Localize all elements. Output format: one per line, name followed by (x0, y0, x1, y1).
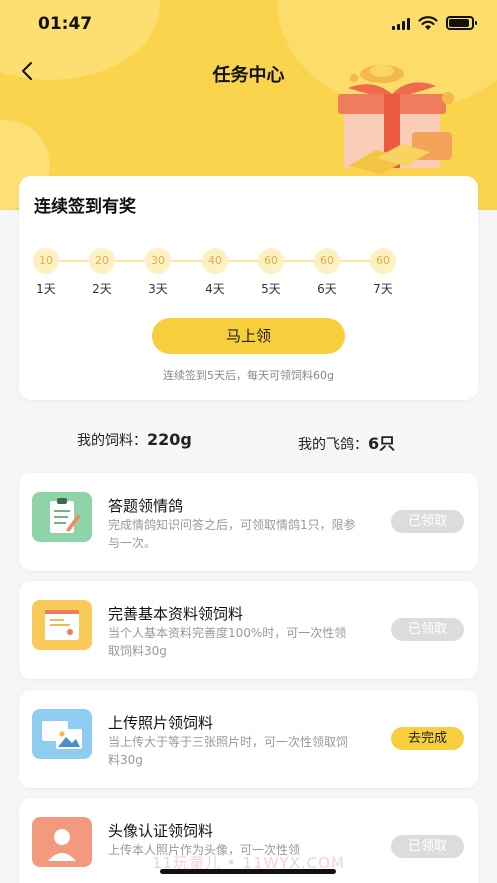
day-item: 30 3天 (138, 248, 178, 297)
signin-note: 连续签到5天后，每天可领饲料60g (163, 369, 334, 382)
status-bar: 01:47 (0, 0, 497, 46)
task-card-quiz: 答题领情鸽 完成情鸽知识问答之后，可领取情鸽1只，限参与一次。 已领取 (19, 473, 478, 571)
day-item: 60 7天 (363, 248, 403, 297)
day-reward: 60 (258, 248, 284, 274)
go-complete-button[interactable]: 去完成 (391, 727, 464, 750)
pigeon-label: 我的飞鸽： (298, 437, 368, 453)
task-title: 头像认证领饲料 (108, 822, 214, 840)
claim-button[interactable]: 马上领 (152, 318, 345, 354)
day-label: 4天 (205, 282, 225, 296)
day-reward: 60 (370, 248, 396, 274)
pigeon-stat: 我的飞鸽：6只 (298, 430, 395, 454)
claimed-button[interactable]: 已领取 (391, 510, 464, 533)
signal-icon (392, 18, 412, 30)
day-item: 40 4天 (195, 248, 235, 297)
signin-card: 连续签到有奖 10 1天 20 2天 30 3天 40 4天 60 5天 60 … (19, 176, 478, 400)
day-reward: 30 (145, 248, 171, 274)
task-card-photos: 上传照片领饲料 当上传大于等于三张照片时，可一次性领取饲料30g 去完成 (19, 690, 478, 788)
day-label: 7天 (373, 282, 393, 296)
feed-value: 220g (147, 430, 192, 449)
day-reward: 10 (33, 248, 59, 274)
feed-stat: 我的饲料：220g (77, 430, 192, 450)
day-label: 2天 (92, 282, 112, 296)
gift-box-icon (338, 65, 454, 174)
feed-label: 我的饲料： (77, 433, 147, 449)
task-card-profile: 完善基本资料领饲料 当个人基本资料完善度100%时，可一次性领取饲料30g 已领… (19, 581, 478, 679)
day-item: 60 6天 (307, 248, 347, 297)
profile-card-icon (32, 600, 92, 650)
day-item: 60 5天 (251, 248, 291, 297)
claimed-button[interactable]: 已领取 (391, 618, 464, 641)
task-title: 答题领情鸽 (108, 497, 184, 515)
day-label: 6天 (317, 282, 337, 296)
day-label: 5天 (261, 282, 281, 296)
day-reward: 40 (202, 248, 228, 274)
task-description: 当上传大于等于三张照片时，可一次性领取饲料30g (108, 735, 349, 767)
signin-title: 连续签到有奖 (34, 197, 136, 217)
day-reward: 60 (314, 248, 340, 274)
day-label: 1天 (36, 282, 56, 296)
day-reward: 20 (89, 248, 115, 274)
home-indicator[interactable] (160, 869, 336, 874)
task-title: 完善基本资料领饲料 (108, 605, 244, 623)
day-label: 3天 (148, 282, 168, 296)
clipboard-icon (32, 492, 92, 542)
task-description: 当个人基本资料完善度100%时，可一次性领取饲料30g (108, 626, 347, 658)
pigeon-value: 6只 (368, 434, 396, 453)
status-time: 01:47 (38, 14, 93, 34)
day-item: 10 1天 (26, 248, 66, 297)
day-item: 20 2天 (82, 248, 122, 297)
task-title: 上传照片领饲料 (108, 714, 214, 732)
wifi-icon (418, 16, 438, 30)
battery-icon (446, 16, 477, 30)
task-description: 完成情鸽知识问答之后，可领取情鸽1只，限参与一次。 (108, 518, 356, 550)
photos-icon (32, 709, 92, 759)
